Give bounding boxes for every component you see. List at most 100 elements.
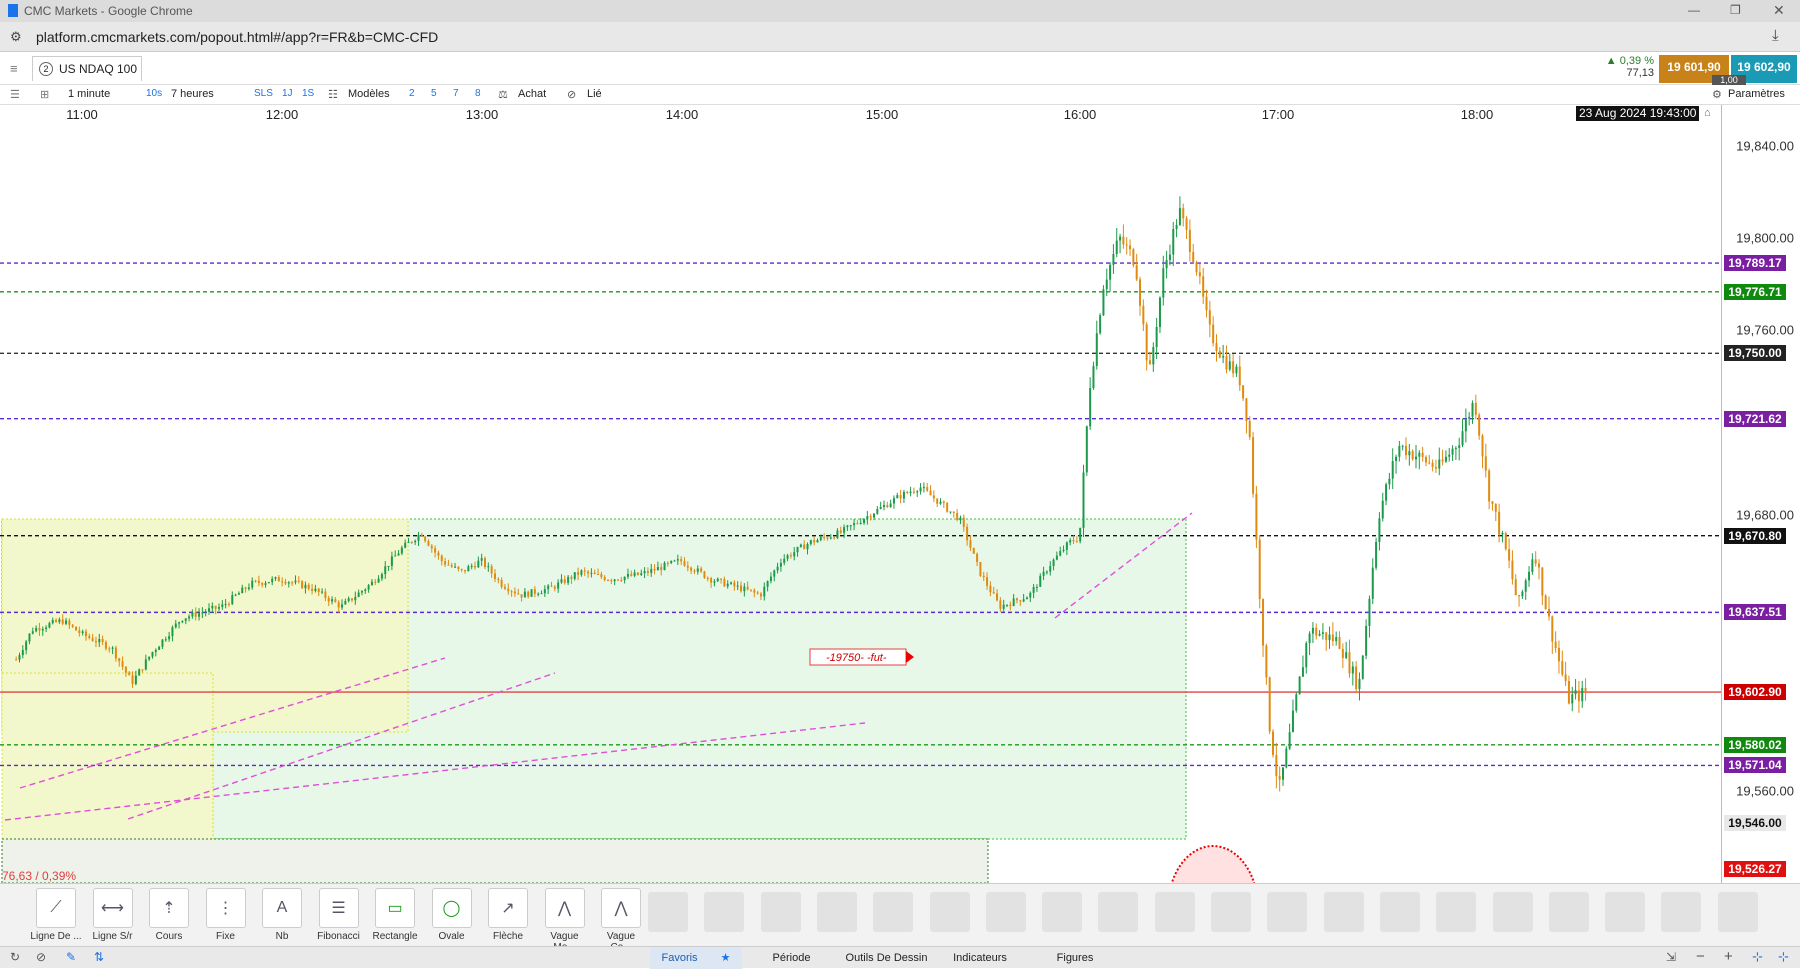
candle-body [1335,636,1338,642]
buy-toggle[interactable]: Achat [518,88,546,100]
sls-button[interactable]: SLS [254,88,273,99]
candle-body [490,566,493,574]
price-tick: 19,760.00 [1736,322,1794,338]
empty-slot[interactable] [760,892,801,932]
tab-periode[interactable]: Période [745,947,838,969]
zoom-out-icon[interactable]: − [1696,948,1705,965]
candle-body [287,582,290,584]
empty-slot[interactable] [873,892,914,932]
tab-drawing-tools[interactable]: Outils De Dessin [840,947,933,969]
layout-icon[interactable]: ⊞ [40,88,49,101]
candle-body [912,491,915,493]
empty-slot[interactable] [1661,892,1702,932]
empty-slot[interactable] [1605,892,1646,932]
zoom-in-icon[interactable]: + [1724,948,1733,965]
empty-slot[interactable] [1717,892,1758,932]
preset-8[interactable]: 8 [475,88,481,99]
empty-slot[interactable] [1154,892,1195,932]
price-chart[interactable]: -19750- -fut- 76,63 / 0,39% [0,123,1721,883]
tool-price[interactable]: ⇡ Cours [143,888,195,942]
empty-slot[interactable] [1492,892,1533,932]
pencil-icon[interactable]: ✎ [66,950,76,964]
candle-body [1202,276,1205,297]
empty-slot[interactable] [816,892,857,932]
tab-indicators[interactable]: Indicateurs [935,947,1025,969]
candle-body [942,501,945,504]
swap-icon[interactable]: ⇅ [94,950,104,964]
candle-body [1032,586,1035,593]
tool-wave[interactable]: ⋀Vague Mo... [539,888,591,953]
candle-body [1035,586,1038,588]
restore-icon[interactable]: ❐ [1730,3,1741,17]
candle-body [886,505,889,508]
preset-2[interactable]: 2 [409,88,415,99]
chart-toolbar: ☰ ⊞ 1 minute 10s 7 heures SLS 1J 1S ☷ Mo… [0,85,1800,105]
candle-body [374,581,377,583]
tool-fibonacci[interactable]: ☰ Fibonacci [313,888,365,942]
empty-slot[interactable] [1098,892,1139,932]
empty-slot[interactable] [1379,892,1420,932]
instrument-tab[interactable]: 2 US NDAQ 100 [32,56,142,81]
empty-slot[interactable] [929,892,970,932]
tool-oval[interactable]: ◯ Ovale [426,888,478,942]
candle-body [164,639,167,641]
linked-toggle[interactable]: Lié [587,88,602,100]
period-10s-button[interactable]: 10s [146,88,162,99]
download-icon[interactable]: ⤓ [1772,27,1779,44]
empty-slot[interactable] [1323,892,1364,932]
candle-body [1318,633,1321,636]
list-icon[interactable]: ☰ [10,88,20,101]
interval-select[interactable]: 1 minute [68,88,110,100]
price-tick: 19,840.00 [1736,138,1794,154]
fit-icon[interactable]: ⊹ [1778,949,1789,965]
candle-body [510,591,513,593]
tool-arrow[interactable]: ↗ Flèche [482,888,534,942]
close-icon[interactable]: ✕ [1773,2,1785,19]
tool-fixed[interactable]: ⋮ Fixe [200,888,252,942]
time-marker-icon: ⌂ [1704,107,1711,119]
crosshair-icon[interactable]: ⊹ [1752,949,1763,965]
site-info-icon[interactable]: ⚙ [10,29,22,45]
export-icon[interactable]: ⇲ [1666,950,1676,964]
candle-body [650,568,653,573]
preset-7[interactable]: 7 [453,88,459,99]
empty-slot[interactable] [1548,892,1589,932]
one-week-button[interactable]: 1S [302,88,314,99]
one-day-button[interactable]: 1J [282,88,293,99]
time-tick: 11:00 [66,107,98,122]
candle-body [976,553,979,563]
empty-slot[interactable] [1436,892,1477,932]
templates-button[interactable]: Modèles [348,88,390,100]
empty-slot[interactable] [1267,892,1308,932]
refresh-icon[interactable]: ↻ [10,950,20,964]
settings-button[interactable]: Paramètres [1728,88,1785,100]
candle-body [740,585,743,592]
empty-slot[interactable] [1042,892,1083,932]
tab-figures[interactable]: Figures [1027,947,1123,969]
minimize-icon[interactable]: — [1688,3,1700,17]
empty-slot[interactable] [648,892,688,932]
cancel-icon[interactable]: ⊘ [36,950,46,964]
tab-number: 2 [39,62,53,76]
candle-body [999,600,1002,609]
candle-body [1385,484,1388,501]
tab-favoris[interactable]: Favoris ★ [650,947,742,969]
empty-slot[interactable] [985,892,1026,932]
candle-body [793,552,796,557]
tool-wave2[interactable]: ⋀Vague Co... [595,888,647,953]
tool-text[interactable]: A Nb [256,888,308,942]
candle-body [470,565,473,567]
range-select[interactable]: 7 heures [171,88,214,100]
preset-5[interactable]: 5 [431,88,437,99]
empty-slot[interactable] [704,892,745,932]
tool-trend-line[interactable]: ⟋ Ligne De ... [30,888,82,942]
empty-slot[interactable] [1211,892,1251,932]
url-field[interactable]: platform.cmcmarkets.com/popout.html#/app… [36,29,438,45]
candle-body [321,591,324,593]
tool-rectangle[interactable]: ▭ Rectangle [369,888,421,942]
candle-body [344,601,347,605]
tool-sr-line[interactable]: ⟷ Ligne S/r [87,888,139,942]
time-tick: 17:00 [1261,107,1295,122]
menu-icon[interactable]: ≡ [10,61,18,76]
candle-body [949,511,952,513]
